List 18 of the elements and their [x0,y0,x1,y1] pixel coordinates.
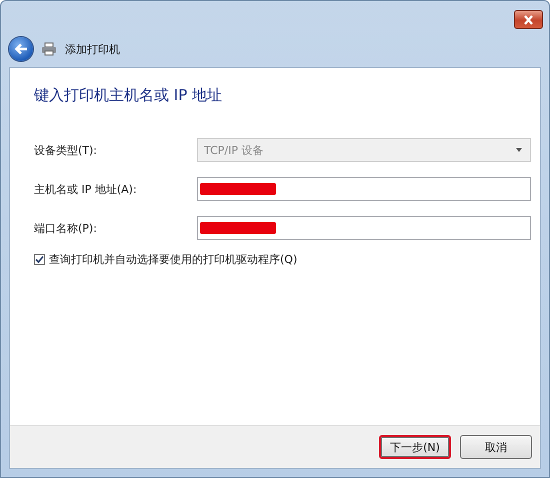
cancel-button[interactable]: 取消 [460,435,532,459]
page-heading: 键入打印机主机名或 IP 地址 [34,86,224,105]
back-arrow-icon [14,43,28,55]
printer-icon [41,42,57,56]
field-label: 端口名称(P): [34,220,98,236]
checkmark-icon [35,255,44,264]
checkbox[interactable] [34,254,45,265]
input-field[interactable] [197,177,531,201]
close-icon [523,14,534,24]
window-title: 添加打印机 [65,42,120,56]
checkbox-label: 查询打印机并自动选择要使用的打印机驱动程序(Q) [49,252,298,267]
input-field[interactable] [197,216,531,240]
close-button[interactable] [514,10,543,29]
caret-icon [514,147,524,153]
next-button[interactable]: 下一步(N) [379,435,451,459]
back-button[interactable] [9,37,33,61]
field-label: 设备类型(T): [34,142,98,158]
field-label: 主机名或 IP 地址(A): [34,182,138,196]
